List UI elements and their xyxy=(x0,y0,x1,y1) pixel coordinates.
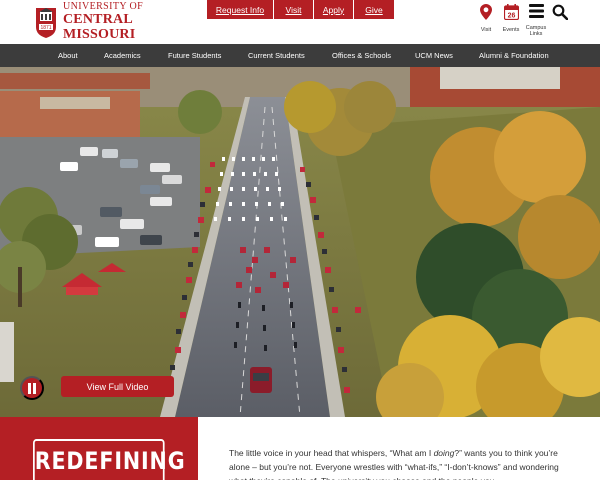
main-navigation: About Academics Future Students Current … xyxy=(0,44,600,67)
site-header: 1871 UNIVERSITY OF CENTRAL MISSOURI Requ… xyxy=(0,0,600,44)
view-full-video-button[interactable]: View Full Video xyxy=(61,376,174,397)
campus-links-label-line-2: Links xyxy=(529,31,543,38)
logo-line-missouri: MISSOURI xyxy=(63,27,136,42)
visit-utility-button[interactable]: Visit xyxy=(476,4,496,40)
pause-icon xyxy=(27,382,37,394)
logo-line-university-of: UNIVERSITY OF xyxy=(63,1,144,12)
hero-video: View Full Video xyxy=(0,67,600,417)
visit-utility-label: Visit xyxy=(480,27,492,33)
logo-wordmark: UNIVERSITY OF CENTRAL MISSOURI xyxy=(63,2,143,42)
request-info-link[interactable]: Request Info xyxy=(207,0,274,19)
logo-line-central: CENTRAL xyxy=(63,12,133,27)
search-button[interactable] xyxy=(550,4,570,40)
quick-links-bar: Request Info Visit Apply Give xyxy=(207,0,394,19)
intro-text-emphasis: doing xyxy=(433,448,455,458)
nav-item-ucm-news[interactable]: UCM News xyxy=(415,51,453,60)
campus-links-button[interactable]: Campus Links xyxy=(525,4,547,40)
events-utility-label: Events xyxy=(502,27,520,33)
give-link[interactable]: Give xyxy=(354,0,394,19)
calendar-icon: 26 xyxy=(503,4,519,25)
map-pin-icon xyxy=(480,4,492,25)
ucm-logo[interactable]: 1871 UNIVERSITY OF CENTRAL MISSOURI xyxy=(33,2,143,42)
nav-item-academics[interactable]: Academics xyxy=(104,51,141,60)
ucm-seal-icon: 1871 xyxy=(33,5,59,39)
menu-icon xyxy=(528,4,544,23)
parade-aerial-image xyxy=(0,67,600,417)
events-utility-button[interactable]: 26 Events xyxy=(500,4,522,40)
nav-item-alumni-foundation[interactable]: Alumni & Foundation xyxy=(479,51,549,60)
pause-video-button[interactable] xyxy=(20,376,44,400)
visit-link[interactable]: Visit xyxy=(274,0,314,19)
nav-item-current-students[interactable]: Current Students xyxy=(248,51,305,60)
campus-links-label: Campus Links xyxy=(526,25,546,37)
intro-text-part-1: The little voice in your head that whisp… xyxy=(229,448,434,458)
calendar-day: 26 xyxy=(507,13,515,20)
search-icon xyxy=(552,4,569,25)
intro-paragraph: The little voice in your head that whisp… xyxy=(229,446,577,480)
seal-year: 1871 xyxy=(40,25,51,31)
nav-item-about[interactable]: About xyxy=(58,51,78,60)
nav-item-offices-schools[interactable]: Offices & Schools xyxy=(332,51,391,60)
redefining-heading: REDEFINING xyxy=(33,439,185,480)
nav-item-future-students[interactable]: Future Students xyxy=(168,51,221,60)
apply-link[interactable]: Apply xyxy=(314,0,354,19)
